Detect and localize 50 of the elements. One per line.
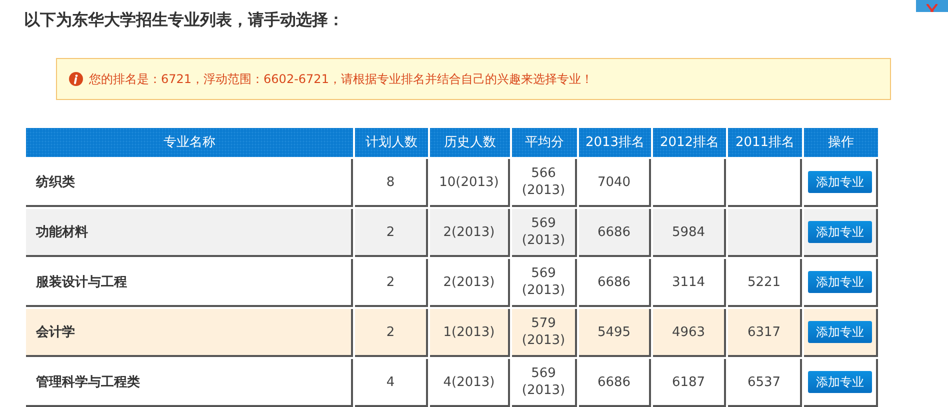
add-major-button[interactable]: 添加专业 bbox=[808, 371, 872, 393]
major-name-cell: 服装设计与工程 bbox=[26, 259, 353, 307]
page-title: 以下为东华大学招生专业列表，请手动选择： bbox=[24, 10, 344, 30]
table-cell: 6686 bbox=[579, 359, 651, 407]
major-name-cell: 纺织类 bbox=[26, 159, 353, 207]
table-cell: 2(2013) bbox=[430, 259, 510, 307]
alert-text: 您的排名是：6721，浮动范围：6602-6721，请根据专业排名并结合自己的兴趣来选择专业！ bbox=[89, 71, 593, 88]
table-cell: 569 (2013) bbox=[512, 259, 577, 307]
table-cell: 6187 bbox=[653, 359, 726, 407]
column-header: 历史人数 bbox=[430, 128, 510, 157]
table-cell: 566 (2013) bbox=[512, 159, 577, 207]
table-cell: 2 bbox=[355, 259, 428, 307]
add-major-button[interactable]: 添加专业 bbox=[808, 171, 872, 193]
table-cell: 6537 bbox=[728, 359, 802, 407]
table-cell: 10(2013) bbox=[430, 159, 510, 207]
close-icon bbox=[926, 4, 938, 12]
info-icon bbox=[69, 72, 83, 86]
table-cell: 2 bbox=[355, 209, 428, 257]
table-cell: 3114 bbox=[653, 259, 726, 307]
add-major-button[interactable]: 添加专业 bbox=[808, 321, 872, 343]
column-header: 专业名称 bbox=[26, 128, 353, 157]
major-name-cell: 功能材料 bbox=[26, 209, 353, 257]
table-cell: 569 (2013) bbox=[512, 209, 577, 257]
column-header: 计划人数 bbox=[355, 128, 428, 157]
table-cell: 4 bbox=[355, 359, 428, 407]
table-cell: 6317 bbox=[728, 309, 802, 357]
table-cell: 4(2013) bbox=[430, 359, 510, 407]
table-cell: 8 bbox=[355, 159, 428, 207]
table-cell: 5495 bbox=[579, 309, 651, 357]
column-header: 2011排名 bbox=[728, 128, 802, 157]
column-header: 2013排名 bbox=[579, 128, 651, 157]
add-major-button[interactable]: 添加专业 bbox=[808, 271, 872, 293]
add-major-button[interactable]: 添加专业 bbox=[808, 221, 872, 243]
table-cell: 579 (2013) bbox=[512, 309, 577, 357]
column-header: 平均分 bbox=[512, 128, 577, 157]
table-cell: 5221 bbox=[728, 259, 802, 307]
table-cell: 569 (2013) bbox=[512, 359, 577, 407]
close-button[interactable] bbox=[916, 0, 948, 12]
table-cell: 2(2013) bbox=[430, 209, 510, 257]
column-header: 2012排名 bbox=[653, 128, 726, 157]
table-cell: 2 bbox=[355, 309, 428, 357]
major-name-cell: 管理科学与工程类 bbox=[26, 359, 353, 407]
table-cell: 1(2013) bbox=[430, 309, 510, 357]
major-name-cell: 会计学 bbox=[26, 309, 353, 357]
table-cell: 4963 bbox=[653, 309, 726, 357]
table-cell: 6686 bbox=[579, 259, 651, 307]
column-header: 操作 bbox=[804, 128, 878, 157]
table-cell: 7040 bbox=[579, 159, 651, 207]
table-cell: 5984 bbox=[653, 209, 726, 257]
table-cell: 6686 bbox=[579, 209, 651, 257]
